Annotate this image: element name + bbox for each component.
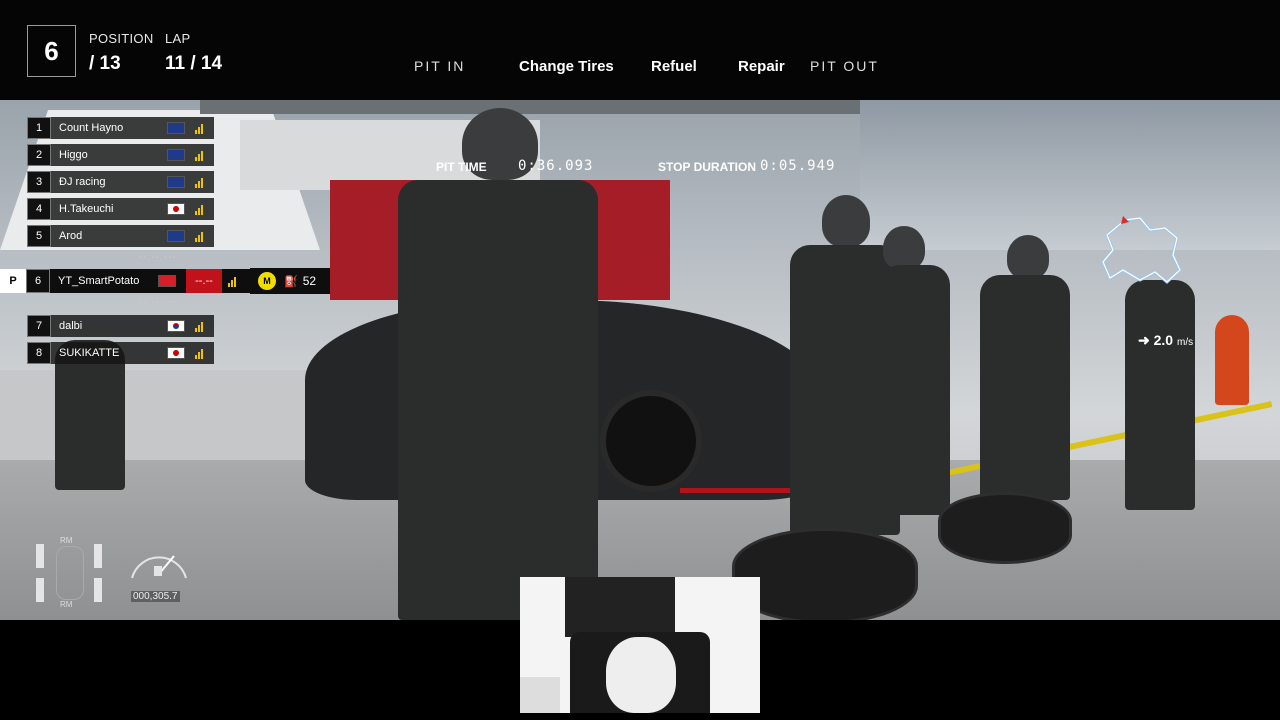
- position-indicator: 6: [27, 25, 76, 77]
- flag-icon: [167, 176, 185, 188]
- fuel-readout: 000,305.7: [131, 591, 180, 602]
- lap-counter: 11 / 14: [165, 53, 223, 74]
- stop-duration-label: STOP DURATION: [658, 160, 757, 174]
- player-row: P 6 YT_SmartPotato --.--: [0, 269, 255, 293]
- leaderboard-row: 1 Count Hayno: [27, 117, 214, 139]
- fuel-gauge-icon: [131, 555, 187, 579]
- signal-icon: [195, 231, 207, 242]
- pit-out-option[interactable]: PIT OUT: [810, 58, 879, 74]
- seat-headrest: [565, 577, 675, 637]
- leaderboard-row: 5 Arod: [27, 225, 214, 247]
- crew-helmet: [883, 226, 925, 270]
- top-hud-bar: 6 POSITION / 13 LAP 11 / 14 PIT IN Chang…: [0, 0, 1280, 100]
- leaderboard-row: 8 SUKIKATTE: [27, 342, 214, 364]
- sky: [860, 100, 1280, 250]
- leaderboard-row: 7 dalbi: [27, 315, 214, 337]
- car-wheel: [600, 390, 702, 492]
- tire-status-widget: RM RM: [34, 536, 104, 609]
- tire-fl: [36, 544, 44, 568]
- pit-gantry: [200, 100, 960, 114]
- driver-name: ÐJ racing: [59, 176, 106, 188]
- change-tires-option[interactable]: Change Tires: [519, 58, 614, 75]
- signal-icon: [195, 150, 207, 161]
- rear-tire-label: RM: [60, 600, 73, 609]
- lap-label: LAP: [165, 31, 191, 46]
- flag-icon: [167, 347, 185, 359]
- flag-icon: [158, 275, 176, 287]
- row-position: 8: [27, 342, 51, 364]
- signal-icon: [195, 321, 207, 332]
- player-gap: --.--: [186, 269, 222, 293]
- fuel-icon: ⛽: [284, 275, 298, 288]
- driver-name: Arod: [59, 230, 83, 242]
- driver-name: YT_SmartPotato: [58, 275, 140, 287]
- flag-icon: [167, 122, 185, 134]
- pit-time-value: 0:36.093: [518, 158, 594, 174]
- pit-time-label: PIT TIME: [436, 160, 487, 174]
- crew-member: [1125, 280, 1195, 510]
- row-position: 7: [27, 315, 51, 337]
- row-position: 5: [27, 225, 51, 247]
- tire-fr: [94, 544, 102, 568]
- vr-headset: [606, 637, 676, 713]
- crew-helmet: [822, 195, 870, 247]
- crew-member: [880, 265, 950, 515]
- crew-member: [980, 275, 1070, 500]
- gap-separator: --:--.---: [139, 297, 177, 308]
- track-minimap: [1101, 216, 1182, 284]
- leaderboard-row: 3 ÐJ racing: [27, 171, 214, 193]
- gap-separator: --:--.---: [139, 252, 177, 263]
- signal-icon: [195, 177, 207, 188]
- flag-icon: [167, 149, 185, 161]
- repair-option[interactable]: Repair: [738, 58, 785, 75]
- refuel-option[interactable]: Refuel: [651, 58, 697, 75]
- driver-name: Count Hayno: [59, 122, 124, 134]
- tire-rr: [94, 578, 102, 602]
- driver-name: dalbi: [59, 320, 83, 332]
- leaderboard-row: 2 Higgo: [27, 144, 214, 166]
- medium-tire-badge: M: [258, 272, 276, 290]
- spare-tire: [938, 492, 1072, 564]
- position-label: POSITION: [89, 31, 154, 46]
- flag-icon: [167, 230, 185, 242]
- tire-rl: [36, 578, 44, 602]
- speed-readout: ➜ 2.0 m/s: [1138, 332, 1193, 349]
- car-outline-icon: [56, 546, 84, 600]
- speed-unit: m/s: [1176, 337, 1194, 348]
- driver-name: H.Takeuchi: [59, 203, 114, 215]
- fuel-level: 52: [302, 274, 317, 288]
- desk-object: [520, 677, 560, 713]
- signal-icon: [195, 123, 207, 134]
- signal-icon: [195, 204, 207, 215]
- marshal: [1215, 315, 1249, 405]
- row-position: 1: [27, 117, 51, 139]
- front-tire-label: RM: [60, 536, 73, 545]
- crew-helmet: [1007, 235, 1049, 279]
- player-marker: P: [0, 269, 26, 293]
- driver-name: Higgo: [59, 149, 88, 161]
- stop-duration-value: 0:05.949: [760, 158, 836, 174]
- player-status-box: M ⛽ 52: [250, 268, 330, 294]
- leaderboard-row: 4 H.Takeuchi: [27, 198, 214, 220]
- row-position: 6: [26, 269, 50, 293]
- row-position: 2: [27, 144, 51, 166]
- pit-in-option[interactable]: PIT IN: [414, 58, 465, 74]
- signal-icon: [195, 348, 207, 359]
- position-total: / 13: [89, 53, 121, 74]
- webcam-overlay: [520, 577, 760, 713]
- crew-member: [398, 180, 598, 620]
- speed-value: 2.0: [1153, 332, 1174, 348]
- flag-icon: [167, 203, 185, 215]
- row-position: 3: [27, 171, 51, 193]
- flag-icon: [167, 320, 185, 332]
- row-position: 4: [27, 198, 51, 220]
- arrow-icon: ➜: [1138, 332, 1150, 348]
- driver-name: SUKIKATTE: [59, 347, 120, 359]
- signal-icon: [228, 276, 240, 287]
